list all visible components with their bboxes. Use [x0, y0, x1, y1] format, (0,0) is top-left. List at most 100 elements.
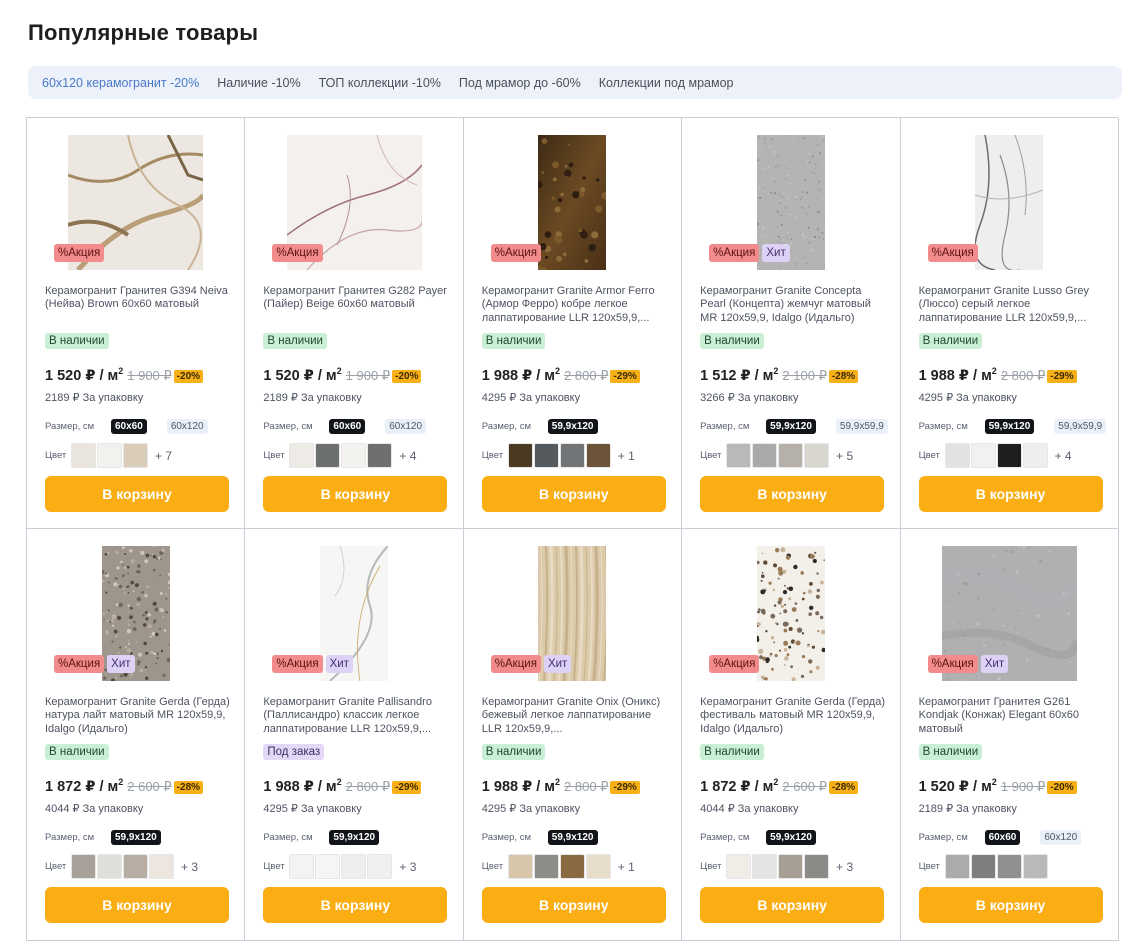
- size-option[interactable]: 59,9x120: [547, 830, 598, 845]
- color-swatch[interactable]: [559, 443, 585, 468]
- product-name-link[interactable]: Керамогранит Гранитея G261 Kondjak (Конж…: [919, 696, 1104, 736]
- color-swatch[interactable]: [585, 854, 611, 879]
- product-card[interactable]: %Акция Керамогранит Granite Lusso Grey (Л…: [900, 118, 1119, 529]
- product-name-link[interactable]: Керамогранит Granite Armor Ferro (Армор …: [482, 285, 667, 325]
- color-swatch[interactable]: [71, 854, 96, 879]
- more-colors-link[interactable]: + 3: [399, 860, 416, 874]
- color-swatch[interactable]: [752, 854, 778, 879]
- product-name-link[interactable]: Керамогранит Гранитея G394 Neiva (Нейва)…: [45, 285, 230, 325]
- filter-chip-marble[interactable]: Под мрамор до -60%: [459, 76, 581, 90]
- more-colors-link[interactable]: + 4: [399, 449, 416, 463]
- color-swatch[interactable]: [507, 854, 533, 879]
- size-option[interactable]: 60x60: [984, 830, 1021, 845]
- color-swatch[interactable]: [996, 443, 1022, 468]
- size-option[interactable]: 59,9x59,9: [835, 419, 888, 434]
- add-to-cart-button[interactable]: В корзину: [45, 476, 229, 512]
- color-swatch[interactable]: [778, 443, 804, 468]
- product-card[interactable]: %Акция Керамогранит Гранитея G282 Payer (…: [245, 118, 464, 529]
- color-swatch[interactable]: [97, 854, 122, 879]
- color-swatch[interactable]: [289, 854, 315, 879]
- size-option[interactable]: 59,9x120: [547, 419, 598, 434]
- add-to-cart-button[interactable]: В корзину: [481, 476, 666, 512]
- filter-chip-top-collections[interactable]: ТОП коллекции -10%: [319, 76, 441, 90]
- color-selector: Цвет + 1: [482, 854, 635, 879]
- color-swatch[interactable]: [149, 854, 174, 879]
- product-card[interactable]: %Акция Хит Керамогранит Granite Pallisandr…: [245, 529, 464, 941]
- color-swatch[interactable]: [970, 443, 996, 468]
- more-colors-link[interactable]: + 5: [836, 449, 853, 463]
- more-colors-link[interactable]: + 1: [618, 860, 635, 874]
- more-colors-link[interactable]: + 4: [1055, 449, 1072, 463]
- size-option[interactable]: 60x60: [329, 419, 366, 434]
- color-swatch[interactable]: [944, 443, 970, 468]
- product-name-link[interactable]: Керамогранит Granite Pallisandro (Паллис…: [263, 696, 448, 736]
- product-name-link[interactable]: Керамогранит Granite Gerda (Герда) фести…: [700, 696, 885, 736]
- product-name-link[interactable]: Керамогранит Гранитея G282 Payer (Пайер)…: [263, 285, 448, 325]
- size-option[interactable]: 59,9x120: [329, 830, 380, 845]
- size-option[interactable]: 59,9x59,9: [1054, 419, 1107, 434]
- size-option[interactable]: 59,9x120: [766, 830, 816, 845]
- color-swatch[interactable]: [123, 854, 148, 879]
- product-card[interactable]: %Акция Хит Керамогранит Granite Concepta P…: [682, 118, 901, 529]
- size-option[interactable]: 60x120: [385, 419, 427, 434]
- product-card[interactable]: %Акция Хит Керамогранит Granite Onix (Оник…: [463, 529, 683, 941]
- color-swatch[interactable]: [585, 443, 611, 468]
- price-unit-sup: 2: [773, 777, 779, 787]
- color-swatch[interactable]: [315, 854, 341, 879]
- color-swatch[interactable]: [970, 854, 996, 879]
- product-name-link[interactable]: Керамогранит Granite Gerda (Герда) натур…: [45, 696, 230, 736]
- product-name-link[interactable]: Керамогранит Granite Concepta Pearl (Кон…: [700, 285, 885, 325]
- add-to-cart-button[interactable]: В корзину: [700, 887, 885, 923]
- color-swatch[interactable]: [1022, 854, 1048, 879]
- add-to-cart-button[interactable]: В корзину: [918, 476, 1103, 512]
- color-swatch[interactable]: [778, 854, 804, 879]
- color-swatch[interactable]: [1022, 443, 1048, 468]
- color-swatch[interactable]: [507, 443, 533, 468]
- product-name-link[interactable]: Керамогранит Granite Onix (Оникс) бежевы…: [482, 696, 667, 736]
- color-swatch[interactable]: [71, 443, 96, 468]
- more-colors-link[interactable]: + 3: [181, 860, 198, 874]
- add-to-cart-button[interactable]: В корзину: [700, 476, 885, 512]
- add-to-cart-button[interactable]: В корзину: [918, 887, 1103, 923]
- color-swatch[interactable]: [533, 854, 559, 879]
- color-swatch[interactable]: [289, 443, 315, 468]
- color-swatch[interactable]: [533, 443, 559, 468]
- more-colors-link[interactable]: + 7: [155, 449, 172, 463]
- product-card[interactable]: %Акция Керамогранит Гранитея G394 Neiva (…: [27, 118, 246, 529]
- product-card[interactable]: %Акция Керамогранит Granite Gerda (Герда)…: [682, 529, 901, 941]
- color-swatch[interactable]: [996, 854, 1022, 879]
- filter-chip-availability[interactable]: Наличие -10%: [217, 76, 300, 90]
- color-swatch[interactable]: [341, 854, 367, 879]
- add-to-cart-button[interactable]: В корзину: [263, 476, 448, 512]
- color-swatch[interactable]: [315, 443, 341, 468]
- color-swatch[interactable]: [804, 443, 830, 468]
- product-name-link[interactable]: Керамогранит Granite Lusso Grey (Люссо) …: [919, 285, 1104, 325]
- more-colors-link[interactable]: + 3: [836, 860, 853, 874]
- color-swatch[interactable]: [123, 443, 148, 468]
- color-swatch[interactable]: [367, 443, 393, 468]
- size-option[interactable]: 59,9x120: [984, 419, 1035, 434]
- size-option[interactable]: 59,9x120: [111, 830, 161, 845]
- filter-chip-marble-collections[interactable]: Коллекции под мрамор: [599, 76, 734, 90]
- color-swatch[interactable]: [944, 854, 970, 879]
- size-option[interactable]: 60x120: [166, 419, 208, 434]
- product-card[interactable]: %Акция Хит Керамогранит Granite Gerda (Гер…: [27, 529, 246, 941]
- add-to-cart-button[interactable]: В корзину: [45, 887, 229, 923]
- size-option[interactable]: 59,9x120: [766, 419, 816, 434]
- color-swatch[interactable]: [804, 854, 830, 879]
- filter-chip-60x120[interactable]: 60х120 керамогранит -20%: [42, 76, 199, 90]
- color-swatch[interactable]: [367, 854, 393, 879]
- color-swatch[interactable]: [752, 443, 778, 468]
- size-option[interactable]: 60x60: [111, 419, 147, 434]
- color-swatch[interactable]: [726, 854, 752, 879]
- color-swatch[interactable]: [726, 443, 752, 468]
- size-option[interactable]: 60x120: [1040, 830, 1082, 845]
- color-swatch[interactable]: [341, 443, 367, 468]
- color-swatch[interactable]: [97, 443, 122, 468]
- color-swatch[interactable]: [559, 854, 585, 879]
- more-colors-link[interactable]: + 1: [618, 449, 635, 463]
- add-to-cart-button[interactable]: В корзину: [481, 887, 666, 923]
- add-to-cart-button[interactable]: В корзину: [263, 887, 448, 923]
- product-card[interactable]: %Акция Хит Керамогранит Гранитея G261 Kond…: [900, 529, 1119, 941]
- product-card[interactable]: %Акция Керамогранит Granite Armor Ferro (…: [463, 118, 683, 529]
